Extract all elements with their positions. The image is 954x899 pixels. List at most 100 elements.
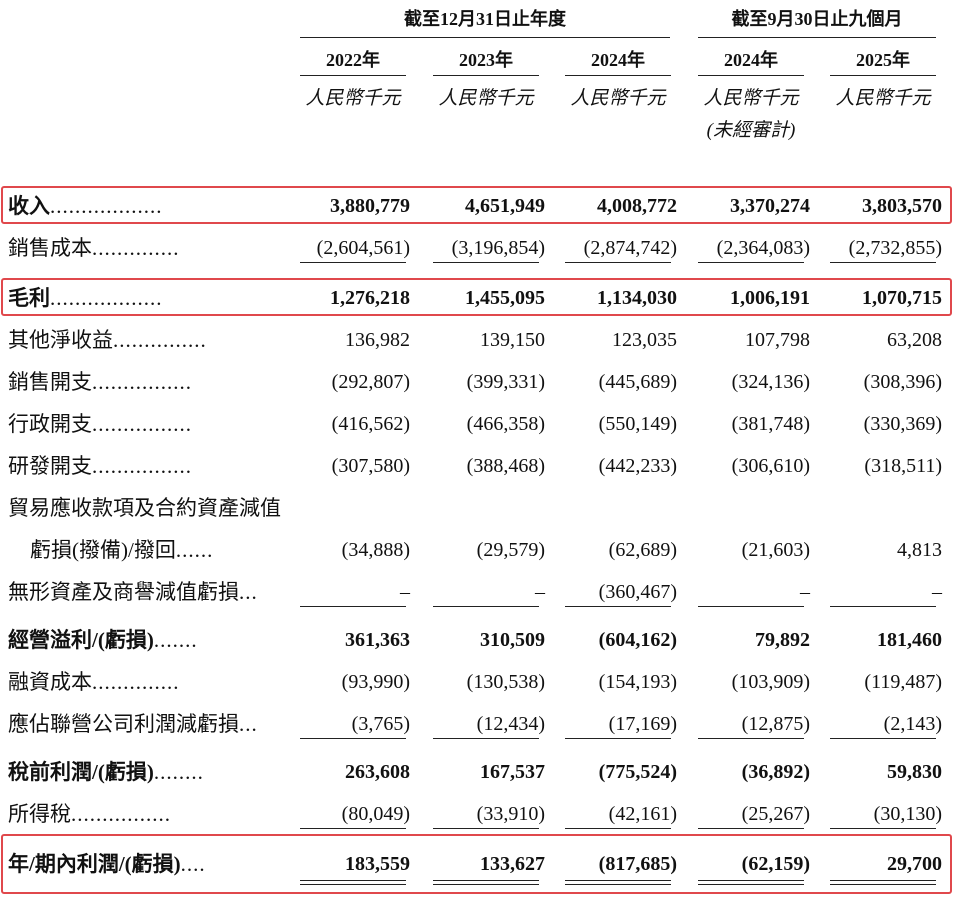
- subtotal-rule: [565, 828, 671, 829]
- row-label-leader: ..............: [92, 670, 180, 694]
- table-cell: 263,608: [345, 761, 410, 783]
- table-cell: (308,396): [863, 371, 942, 393]
- table-cell: 139,150: [480, 329, 545, 351]
- row-label: 貿易應收款項及合約資產減值: [8, 496, 281, 520]
- row-label-text: 銷售成本: [8, 236, 92, 260]
- row-label-text: 無形資產及商譽減值虧損: [8, 580, 239, 604]
- row-label: 行政開支................: [8, 412, 192, 436]
- header-group-nine-months-rule: [698, 37, 936, 38]
- header-group-nine-months: 截至9月30日止九個月: [731, 9, 903, 29]
- column-year-rule-4: [698, 75, 804, 76]
- table-cell: (2,143): [883, 713, 942, 735]
- row-label: 所得稅................: [8, 802, 171, 826]
- table-cell: (775,524): [598, 761, 677, 783]
- table-row: 銷售成本.............. (2,604,561) (3,196,854)…: [0, 228, 954, 266]
- table-row: 其他淨收益............... 136,982 139,150 123,03…: [0, 320, 954, 358]
- table-cell: (33,910): [476, 803, 545, 825]
- column-year-rule-3: [565, 75, 671, 76]
- highlight-revenue: [1, 186, 952, 224]
- subtotal-rule: [433, 738, 539, 739]
- row-label: 應佔聯營公司利潤減虧損...: [8, 712, 258, 736]
- row-label-leader: ...............: [113, 328, 207, 352]
- subtotal-rule: [830, 738, 936, 739]
- subtotal-rule: [698, 828, 804, 829]
- highlight-gross-profit: [1, 278, 952, 316]
- table-cell: (324,136): [731, 371, 810, 393]
- column-year-5: 2025年: [856, 50, 910, 70]
- table-row: 銷售開支................ (292,807) (399,331) (4…: [0, 362, 954, 400]
- table-cell: (2,604,561): [316, 237, 410, 259]
- table-cell: –: [400, 581, 410, 603]
- row-label-leader: .......: [153, 628, 198, 652]
- table-cell: (388,468): [466, 455, 545, 477]
- row-label: 融資成本..............: [8, 670, 180, 694]
- table-cell: 310,509: [480, 629, 545, 651]
- table-cell: (130,538): [466, 671, 545, 693]
- subtotal-rule: [300, 828, 406, 829]
- row-label: 其他淨收益...............: [8, 328, 207, 352]
- subtotal-rule: [300, 738, 406, 739]
- row-label-text: 經營溢利/(虧損): [8, 628, 154, 652]
- table-cell: 107,798: [745, 329, 810, 351]
- subtotal-rule: [830, 606, 936, 607]
- table-cell: (466,358): [466, 413, 545, 435]
- table-cell: (306,610): [731, 455, 810, 477]
- column-year-1: 2022年: [326, 50, 380, 70]
- table-cell: (442,233): [598, 455, 677, 477]
- column-year-rule-1: [300, 75, 406, 76]
- column-year-rule-2: [433, 75, 539, 76]
- table-cell: (12,434): [476, 713, 545, 735]
- table-cell: (2,364,083): [716, 237, 810, 259]
- subtotal-rule: [698, 606, 804, 607]
- column-unit-1: 人民幣千元: [305, 88, 401, 109]
- row-label-leader: ................: [92, 454, 192, 478]
- row-label-leader: ................: [92, 370, 192, 394]
- row-label-leader: ......: [175, 538, 214, 562]
- header-group-annual-rule: [300, 37, 670, 38]
- subtotal-rule: [698, 738, 804, 739]
- table-cell: (154,193): [598, 671, 677, 693]
- row-label-leader: ................: [92, 412, 192, 436]
- row-label-leader: ..............: [92, 236, 180, 260]
- table-row: 行政開支................ (416,562) (466,358) (5…: [0, 404, 954, 442]
- table-row: 研發開支................ (307,580) (388,468) (4…: [0, 446, 954, 484]
- table-row: 虧損(撥備)/撥回...... (34,888) (29,579) (62,689) (…: [0, 530, 954, 568]
- table-cell: (80,049): [341, 803, 410, 825]
- column-unit-2: 人民幣千元: [438, 88, 534, 109]
- subtotal-rule: [433, 606, 539, 607]
- row-label: 經營溢利/(虧損).......: [8, 628, 198, 652]
- subtotal-rule: [433, 262, 539, 263]
- row-label-text: 貿易應收款項及合約資產減值: [8, 496, 281, 520]
- table-cell: (399,331): [466, 371, 545, 393]
- table-cell: (42,161): [608, 803, 677, 825]
- table-cell: 63,208: [887, 329, 942, 351]
- row-label-text: 所得稅: [8, 802, 71, 826]
- row-label: 稅前利潤/(虧損)........: [8, 760, 204, 784]
- subtotal-rule: [830, 262, 936, 263]
- table-cell: –: [535, 581, 545, 603]
- table-cell: (34,888): [341, 539, 410, 561]
- row-label: 虧損(撥備)/撥回......: [30, 538, 213, 562]
- table-row: 所得稅................ (80,049) (33,910) (42,1…: [0, 794, 954, 832]
- table-cell: (12,875): [741, 713, 810, 735]
- row-label: 銷售開支................: [8, 370, 192, 394]
- row-label-text: 稅前利潤/(虧損): [8, 760, 154, 784]
- table-cell: (21,603): [741, 539, 810, 561]
- row-label: 無形資產及商譽減值虧損...: [8, 580, 258, 604]
- column-year-3: 2024年: [591, 50, 645, 70]
- row-label-text: 銷售開支: [8, 370, 92, 394]
- header-group-annual: 截至12月31日止年度: [404, 9, 566, 29]
- row-label: 研發開支................: [8, 454, 192, 478]
- row-label: 銷售成本..............: [8, 236, 180, 260]
- column-unit-5: 人民幣千元: [835, 88, 931, 109]
- row-label-leader: ...: [239, 712, 258, 736]
- row-label-leader: ................: [71, 802, 171, 826]
- table-cell: (292,807): [331, 371, 410, 393]
- table-cell: (17,169): [608, 713, 677, 735]
- table-cell: (360,467): [598, 581, 677, 603]
- subtotal-rule: [698, 262, 804, 263]
- table-cell: 136,982: [345, 329, 410, 351]
- subtotal-rule: [830, 828, 936, 829]
- subtotal-rule: [565, 262, 671, 263]
- table-cell: 4,813: [897, 539, 942, 561]
